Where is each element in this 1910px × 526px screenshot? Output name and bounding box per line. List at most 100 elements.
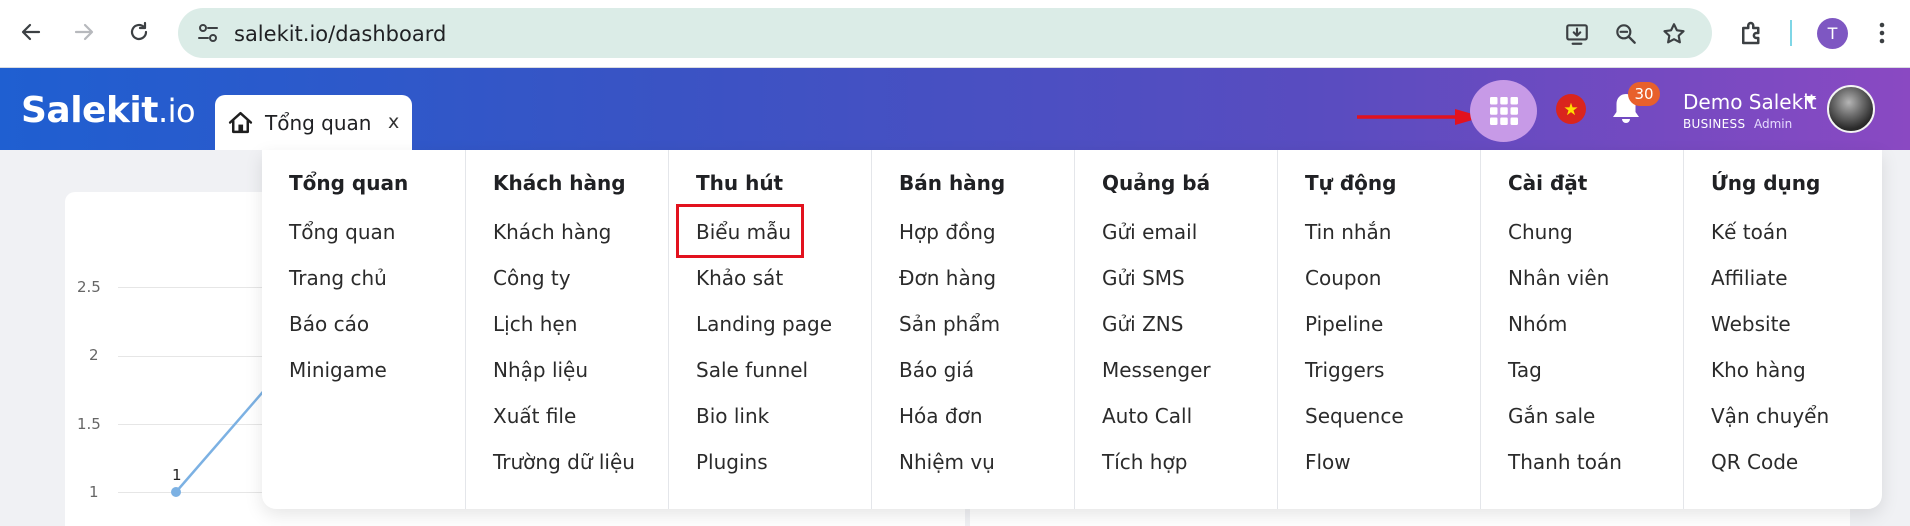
menu-item[interactable]: Sale funnel [696,358,808,382]
user-menu-caret-icon[interactable] [1804,96,1816,104]
menu-item[interactable]: Tag [1508,358,1542,382]
menu-item[interactable]: Trang chủ [289,266,387,290]
menu-item[interactable]: Gửi SMS [1102,266,1185,290]
menu-column-title: Cài đặt [1508,171,1588,195]
menu-column-cai-dat: Cài đặt Chung Nhân viên Nhóm Tag Gắn sal… [1480,150,1683,509]
menu-item[interactable]: Gắn sale [1508,404,1595,428]
menu-item[interactable]: Nhân viên [1508,266,1609,290]
back-button[interactable] [13,14,49,50]
menu-item[interactable]: Kho hàng [1711,358,1806,382]
address-bar[interactable]: salekit.io/dashboard [178,8,1712,58]
install-app-icon[interactable] [1564,21,1590,47]
y-tick-label: 2.5 [77,278,101,296]
menu-item[interactable]: Thanh toán [1508,450,1622,474]
menu-item[interactable]: Pipeline [1305,312,1383,336]
tab-close-button[interactable]: x [388,111,399,133]
menu-item[interactable]: Chung [1508,220,1573,244]
menu-item[interactable]: Tích hợp [1102,450,1187,474]
menu-item[interactable]: Hợp đồng [899,220,996,244]
menu-item[interactable]: Flow [1305,450,1351,474]
toolbar-separator [1790,20,1792,46]
menu-item[interactable]: Khảo sát [696,266,783,290]
back-arrow-icon [21,23,41,41]
site-info-icon[interactable] [196,21,220,45]
menu-item[interactable]: Hóa đơn [899,404,983,428]
menu-item[interactable]: Affiliate [1711,266,1788,290]
vietnam-flag-icon[interactable]: ★ [1556,94,1586,124]
salekit-logo[interactable]: Salekit.io [21,90,196,131]
menu-item[interactable]: Kế toán [1711,220,1788,244]
menu-column-title: Quảng bá [1102,171,1211,195]
menu-item[interactable]: Sản phẩm [899,312,1000,336]
browser-toolbar: salekit.io/dashboard T [0,0,1910,68]
grid-icon [1489,97,1518,125]
menu-item[interactable]: Gửi email [1102,220,1197,244]
logo-main: Salekit [21,90,158,131]
notification-count-badge: 30 [1628,82,1660,106]
menu-item[interactable]: Nhập liệu [493,358,588,382]
more-options-icon[interactable] [1872,18,1892,48]
menu-column-title: Ứng dụng [1711,171,1821,195]
extensions-icon[interactable] [1737,18,1767,48]
chart-point [171,487,181,497]
profile-avatar[interactable]: T [1817,18,1848,49]
url-text[interactable]: salekit.io/dashboard [234,22,446,46]
menu-item[interactable]: Tin nhắn [1305,220,1391,244]
menu-column-ban-hang: Bán hàng Hợp đồng Đơn hàng Sản phẩm Báo … [871,150,1074,509]
menu-item[interactable]: Vận chuyển [1711,404,1829,428]
y-tick-label: 2 [89,346,99,364]
menu-column-khach-hang: Khách hàng Khách hàng Công ty Lịch hẹn N… [465,150,668,509]
user-name[interactable]: Demo Salekit [1683,90,1817,114]
menu-item[interactable]: Sequence [1305,404,1404,428]
menu-item[interactable]: Coupon [1305,266,1381,290]
menu-item[interactable]: Minigame [289,358,387,382]
menu-column-tu-dong: Tự động Tin nhắn Coupon Pipeline Trigger… [1277,150,1480,509]
logo-suffix: .io [157,92,196,130]
y-tick-label: 1 [89,483,99,501]
menu-item[interactable]: Khách hàng [493,220,611,244]
menu-column-title: Khách hàng [493,171,626,195]
menu-item[interactable]: Báo cáo [289,312,369,336]
menu-item[interactable]: Triggers [1305,358,1384,382]
tab-label: Tổng quan [265,111,372,135]
menu-item[interactable]: Nhóm [1508,312,1567,336]
menu-item[interactable]: Gửi ZNS [1102,312,1183,336]
bookmark-star-icon[interactable] [1661,21,1687,47]
zoom-icon[interactable] [1613,21,1639,47]
forward-arrow-icon [74,23,94,41]
menu-column-tong-quan: Tổng quan Tổng quan Trang chủ Báo cáo Mi… [262,150,465,509]
menu-item[interactable]: Landing page [696,312,832,336]
home-icon [228,111,253,134]
point-data-label: 1 [172,466,182,484]
menu-item[interactable]: Báo giá [899,358,974,382]
highlight-box-bieu-mau [676,204,804,258]
menu-item[interactable]: Lịch hẹn [493,312,577,336]
menu-item[interactable]: Plugins [696,450,768,474]
reload-button[interactable] [121,14,157,50]
apps-grid-button[interactable] [1470,80,1537,142]
menu-item[interactable]: Bio link [696,404,769,428]
menu-item[interactable]: Nhiệm vụ [899,450,995,474]
menu-item[interactable]: Messenger [1102,358,1211,382]
y-tick-label: 1.5 [77,415,101,433]
forward-button[interactable] [66,14,102,50]
menu-column-title: Tự động [1305,171,1397,195]
menu-item[interactable]: Website [1711,312,1791,336]
user-avatar[interactable] [1827,85,1875,133]
menu-item[interactable]: Auto Call [1102,404,1192,428]
menu-item[interactable]: Xuất file [493,404,576,428]
menu-item[interactable]: Công ty [493,266,571,290]
mega-menu-panel: Tổng quan Tổng quan Trang chủ Báo cáo Mi… [262,150,1882,509]
menu-column-title: Bán hàng [899,171,1006,195]
menu-item[interactable]: Trường dữ liệu [493,450,635,474]
menu-column-ung-dung: Ứng dụng Kế toán Affiliate Website Kho h… [1683,150,1882,509]
menu-column-title: Thu hút [696,171,784,195]
user-plan: BUSINESS [1683,117,1746,131]
menu-item[interactable]: QR Code [1711,450,1798,474]
user-role: Admin [1754,117,1793,131]
menu-column-quang-ba: Quảng bá Gửi email Gửi SMS Gửi ZNS Messe… [1074,150,1277,509]
menu-item[interactable]: Đơn hàng [899,266,996,290]
menu-item[interactable]: Tổng quan [289,220,395,244]
tab-tong-quan[interactable]: Tổng quan x [215,95,412,150]
menu-column-title: Tổng quan [289,171,409,195]
